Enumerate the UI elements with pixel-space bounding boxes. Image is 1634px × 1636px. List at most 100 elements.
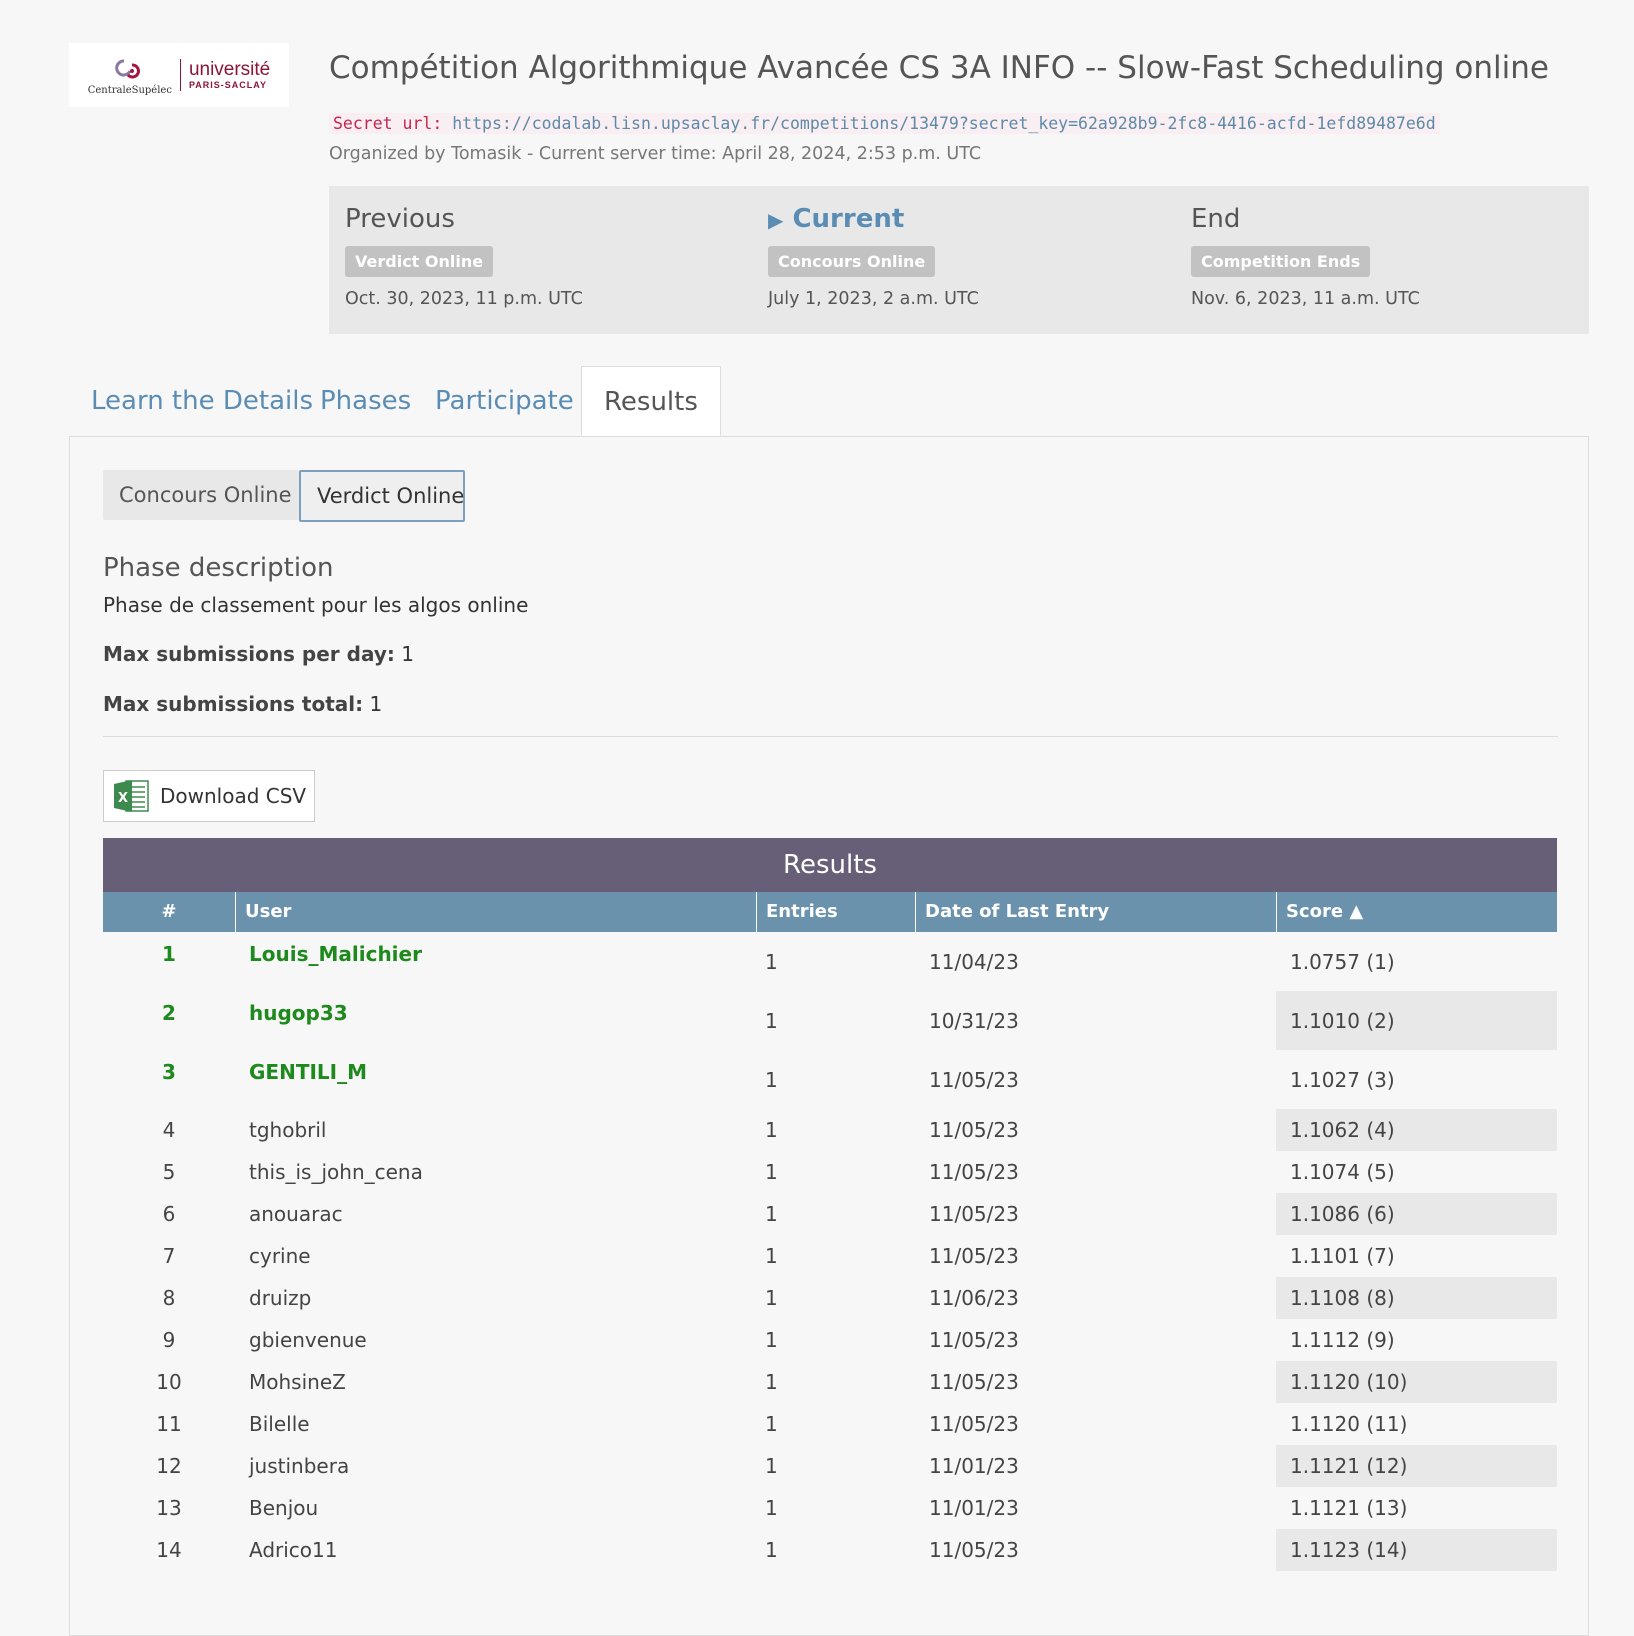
- entries-cell: 1: [765, 1202, 778, 1226]
- phase-current-heading: ▶ Current: [768, 204, 979, 234]
- entries-cell: 1: [765, 1009, 778, 1033]
- phase-end-badge: Competition Ends: [1191, 246, 1371, 277]
- results-table-body: 1 Louis_Malichier 1 11/04/23 1.0757 (1) 2 hugo…: [103, 932, 1557, 1571]
- table-row: 11 Bilelle 1 11/05/23 1.1120 (11): [103, 1403, 1557, 1445]
- date-cell: 11/05/23: [929, 1538, 1019, 1562]
- user-cell[interactable]: Benjou: [235, 1487, 756, 1529]
- universite-text: université: [188, 59, 271, 80]
- phase-end-date: Nov. 6, 2023, 11 a.m. UTC: [1191, 289, 1420, 309]
- entries-cell: 1: [765, 1118, 778, 1142]
- sort-ascending-icon: ▲: [1349, 901, 1364, 922]
- rank-cell: 8: [162, 1286, 176, 1310]
- score-cell: 1.1120 (10): [1276, 1361, 1557, 1403]
- competition-title: Compétition Algorithmique Avancée CS 3A …: [329, 50, 1549, 86]
- secret-url-label: Secret url:: [333, 114, 443, 133]
- score-cell: 1.1062 (4): [1276, 1109, 1557, 1151]
- table-row: 10 MohsineZ 1 11/05/23 1.1120 (10): [103, 1361, 1557, 1403]
- results-table-caption: Results: [103, 838, 1557, 892]
- secret-url: Secret url: https://codalab.lisn.upsacla…: [329, 113, 1440, 134]
- score-cell: 1.1101 (7): [1290, 1244, 1395, 1268]
- user-cell[interactable]: tghobril: [235, 1109, 756, 1151]
- table-row: 12 justinbera 1 11/01/23 1.1121 (12): [103, 1445, 1557, 1487]
- secret-url-link[interactable]: https://codalab.lisn.upsaclay.fr/competi…: [452, 114, 1435, 133]
- table-row: 8 druizp 1 11/06/23 1.1108 (8): [103, 1277, 1557, 1319]
- entries-cell: 1: [765, 1068, 778, 1092]
- table-row: 2 hugop33 1 10/31/23 1.1010 (2): [103, 991, 1557, 1050]
- rank-cell: 13: [156, 1496, 182, 1520]
- user-cell[interactable]: Louis_Malichier: [235, 932, 756, 991]
- score-cell: 1.0757 (1): [1290, 950, 1395, 974]
- date-cell: 11/06/23: [929, 1286, 1019, 1310]
- user-cell[interactable]: MohsineZ: [235, 1361, 756, 1403]
- phase-previous-heading: Previous: [345, 204, 455, 234]
- date-cell: 10/31/23: [929, 1009, 1019, 1033]
- paris-saclay-text: PARIS-SACLAY: [188, 80, 267, 90]
- entries-cell: 1: [765, 950, 778, 974]
- table-row: 4 tghobril 1 11/05/23 1.1062 (4): [103, 1109, 1557, 1151]
- phase-previous: Previous Verdict Online Oct. 30, 2023, 1…: [345, 204, 583, 309]
- subtab-concours-online[interactable]: Concours Online: [103, 470, 299, 520]
- date-cell: 11/05/23: [929, 1160, 1019, 1184]
- max-total-label: Max submissions total:: [103, 692, 364, 716]
- user-cell[interactable]: anouarac: [235, 1193, 756, 1235]
- max-total-value: 1: [369, 692, 383, 716]
- user-cell[interactable]: Adrico11: [235, 1529, 756, 1571]
- max-per-day-label: Max submissions per day:: [103, 642, 395, 666]
- centralesupelec-mark-icon: [115, 59, 140, 78]
- phase-previous-badge: Verdict Online: [345, 246, 494, 277]
- tab-learn-the-details[interactable]: Learn the Details: [69, 366, 335, 436]
- svg-text:X: X: [118, 791, 128, 806]
- results-table-header: # User Entries Date of Last Entry Score …: [103, 892, 1557, 932]
- paris-saclay-logo: université PARIS-SACLAY: [189, 60, 270, 90]
- entries-cell: 1: [765, 1370, 778, 1394]
- rank-cell: 4: [162, 1118, 176, 1142]
- date-cell: 11/05/23: [929, 1412, 1019, 1436]
- phase-current: ▶ Current Concours Online July 1, 2023, …: [768, 204, 979, 309]
- date-cell: 11/05/23: [929, 1202, 1019, 1226]
- phase-timeline: Previous Verdict Online Oct. 30, 2023, 1…: [329, 186, 1589, 334]
- excel-icon: X: [114, 780, 149, 812]
- col-entries-header[interactable]: Entries: [756, 892, 915, 932]
- date-cell: 11/01/23: [929, 1454, 1019, 1478]
- entries-cell: 1: [765, 1328, 778, 1352]
- user-cell[interactable]: gbienvenue: [235, 1319, 756, 1361]
- table-row: 14 Adrico11 1 11/05/23 1.1123 (14): [103, 1529, 1557, 1571]
- centralesupelec-text: CentraleSupélec: [87, 84, 172, 96]
- download-csv-button[interactable]: X Download CSV: [103, 770, 315, 822]
- user-cell[interactable]: justinbera: [235, 1445, 756, 1487]
- subtab-verdict-online[interactable]: Verdict Online: [299, 470, 465, 522]
- rank-cell: 2: [162, 1001, 176, 1025]
- entries-cell: 1: [765, 1454, 778, 1478]
- rank-cell: 1: [162, 942, 176, 966]
- entries-cell: 1: [765, 1160, 778, 1184]
- phase-end-heading: End: [1191, 204, 1241, 234]
- score-cell: 1.1120 (11): [1290, 1412, 1408, 1436]
- rank-cell: 5: [162, 1160, 176, 1184]
- logo-divider: [179, 59, 181, 91]
- rank-cell: 9: [162, 1328, 176, 1352]
- rank-cell: 6: [162, 1202, 176, 1226]
- user-cell[interactable]: druizp: [235, 1277, 756, 1319]
- phase-end: End Competition Ends Nov. 6, 2023, 11 a.…: [1191, 204, 1420, 309]
- phase-current-date: July 1, 2023, 2 a.m. UTC: [768, 289, 979, 309]
- col-user-header[interactable]: User: [235, 892, 756, 932]
- user-cell[interactable]: Bilelle: [235, 1403, 756, 1445]
- date-cell: 11/05/23: [929, 1068, 1019, 1092]
- user-cell[interactable]: hugop33: [235, 991, 756, 1050]
- user-cell[interactable]: cyrine: [235, 1235, 756, 1277]
- max-per-day-value: 1: [401, 642, 414, 666]
- tab-results[interactable]: Results: [581, 366, 721, 436]
- user-cell[interactable]: this_is_john_cena: [235, 1151, 756, 1193]
- rank-cell: 12: [156, 1454, 182, 1478]
- play-icon: ▶: [768, 208, 784, 232]
- col-score-header[interactable]: Score ▲: [1276, 892, 1557, 932]
- results-panel: Concours Online Verdict Online Phase des…: [69, 436, 1589, 1636]
- table-row: 6 anouarac 1 11/05/23 1.1086 (6): [103, 1193, 1557, 1235]
- phase-description-text: Phase de classement pour les algos onlin…: [103, 593, 529, 617]
- rank-cell: 3: [162, 1060, 176, 1084]
- col-date-header[interactable]: Date of Last Entry: [915, 892, 1276, 932]
- col-rank-header[interactable]: #: [103, 892, 235, 932]
- user-cell[interactable]: GENTILI_M: [235, 1050, 756, 1109]
- organizer-info: Organized by Tomasik - Current server ti…: [329, 144, 982, 164]
- tab-participate[interactable]: Participate: [413, 366, 596, 436]
